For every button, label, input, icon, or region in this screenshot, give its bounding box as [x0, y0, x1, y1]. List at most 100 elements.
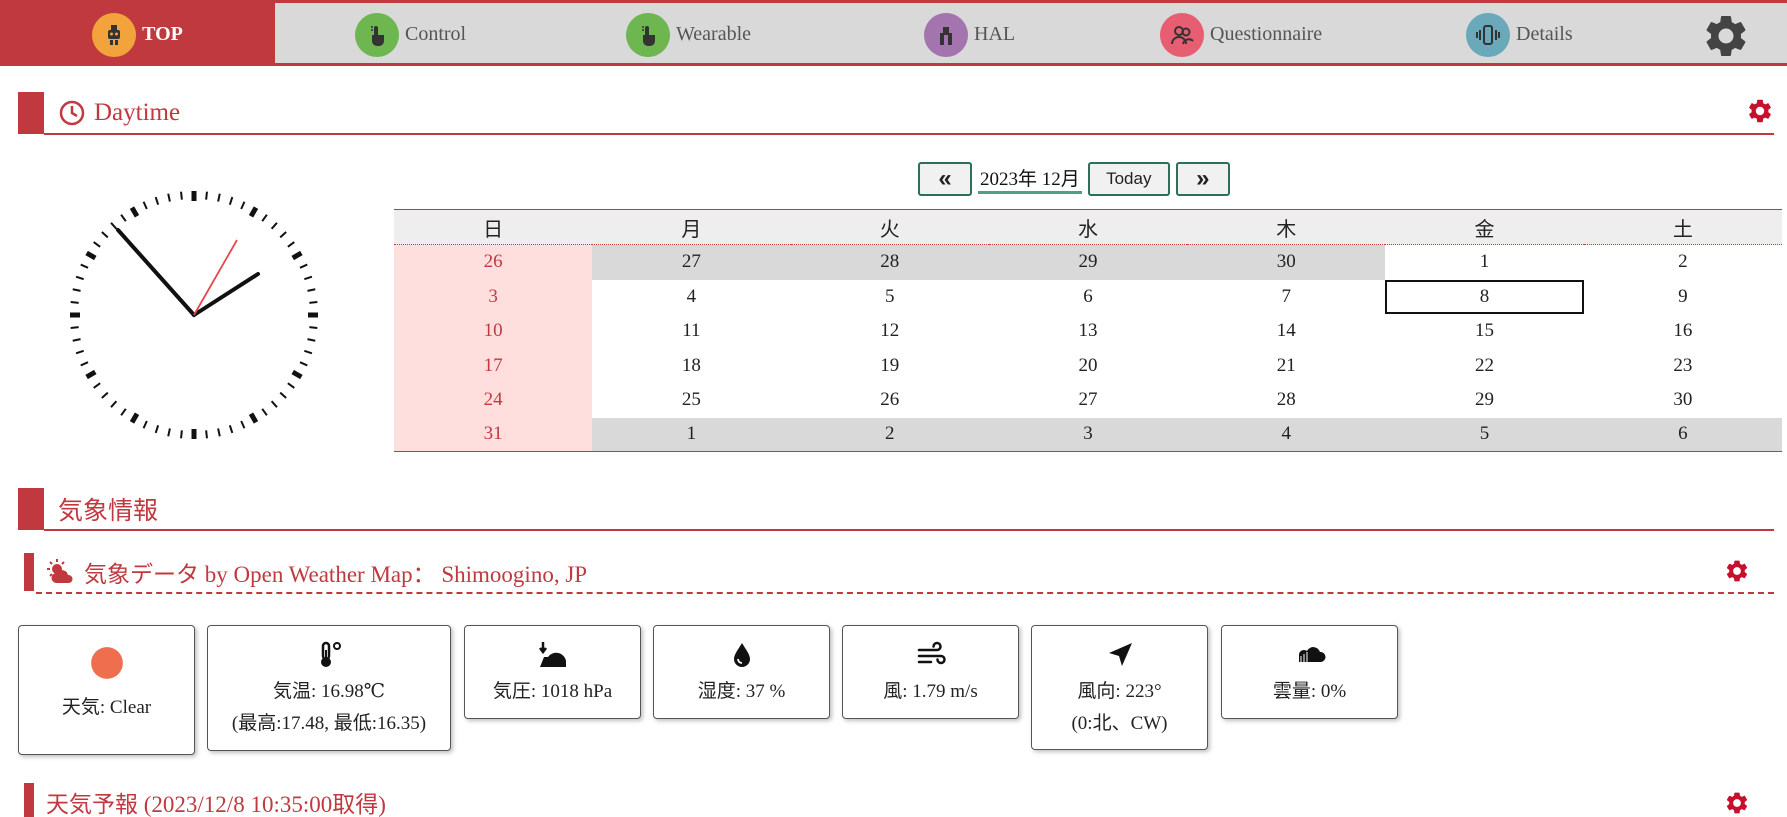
clock-minute-tick [228, 196, 234, 205]
sun-dot-icon [90, 647, 123, 679]
calendar-day[interactable]: 12 [791, 314, 989, 349]
section-bar [18, 488, 44, 530]
calendar-day[interactable]: 25 [592, 383, 790, 418]
thermometer-icon [321, 641, 341, 667]
calendar-day[interactable]: 27 [592, 244, 791, 280]
clock-hour-tick [129, 206, 140, 218]
calendar-day[interactable]: 2 [1584, 245, 1782, 280]
clock-minute-tick [80, 361, 89, 367]
weekday-header: 月 [592, 209, 791, 245]
calendar-day[interactable]: 14 [1187, 314, 1385, 349]
calendar-day[interactable]: 4 [1187, 417, 1386, 452]
forecast-settings-gear-icon[interactable] [1724, 790, 1750, 816]
calendar-day[interactable]: 22 [1385, 349, 1583, 383]
calendar-day[interactable]: 26 [394, 244, 593, 280]
calendar-day[interactable]: 21 [1187, 349, 1385, 383]
weather-condition-value: 天気: Clear [61, 697, 152, 718]
tab-details-label: Details [1516, 23, 1573, 45]
calendar-day[interactable]: 10 [394, 313, 593, 349]
calendar-day[interactable]: 5 [1385, 417, 1584, 452]
calendar-day[interactable]: 13 [989, 314, 1187, 349]
calendar-day[interactable]: 7 [1187, 280, 1385, 314]
calendar-week-row: 10 11 12 13 14 15 16 [394, 313, 1782, 349]
calendar-week-row: 3 4 5 6 7 8 9 [394, 279, 1782, 314]
calendar-day[interactable]: 31 [394, 417, 593, 452]
tab-top-label: TOP [142, 23, 183, 45]
tab-questionnaire-label: Questionnaire [1210, 23, 1323, 45]
clock-minute-tick [240, 420, 246, 429]
calendar-day[interactable]: 24 [394, 382, 593, 418]
calendar-day[interactable]: 16 [1584, 314, 1782, 349]
calendar-day[interactable]: 30 [1584, 383, 1782, 418]
tab-wearable[interactable]: Wearable [626, 3, 751, 66]
clock-minute-tick [120, 214, 127, 222]
tab-control[interactable]: Control [355, 3, 466, 66]
clock-minute-tick [270, 222, 278, 230]
calendar-day-today[interactable]: 8 [1385, 279, 1584, 314]
calendar-day[interactable]: 19 [791, 349, 989, 383]
clock-hour-tick [291, 250, 303, 261]
clock-minute-tick [72, 338, 81, 342]
calendar-day[interactable]: 28 [1187, 383, 1385, 418]
calendar-day[interactable]: 5 [791, 280, 989, 314]
clock-minute-tick [80, 263, 89, 269]
next-month-button[interactable]: » [1175, 162, 1230, 196]
tab-hal-label: HAL [974, 23, 1016, 45]
clock-minute-tick [120, 408, 127, 416]
weekday-header: 木 [1187, 209, 1386, 245]
calendar-day[interactable]: 26 [791, 383, 989, 418]
clock-minute-tick [142, 420, 148, 429]
weather-section-header: 気象情報 [18, 488, 158, 530]
calendar-day[interactable]: 20 [989, 349, 1187, 383]
clock-hour-tick [248, 206, 259, 218]
calendar-day[interactable]: 29 [988, 244, 1188, 280]
clock-minute-tick [217, 193, 221, 202]
calendar-day[interactable]: 2 [790, 417, 989, 452]
cloud-sun-icon [47, 559, 73, 583]
clock-minute-tick [287, 382, 295, 389]
calendar-day[interactable]: 28 [790, 244, 989, 280]
tab-wearable-label: Wearable [676, 23, 751, 45]
clock-minute-tick [279, 391, 287, 399]
wind-speed-card: 風: 1.79 m/s [842, 625, 1019, 719]
weather-settings-gear-icon[interactable] [1724, 558, 1750, 584]
section-bar [18, 92, 44, 134]
calendar-day[interactable]: 11 [592, 314, 790, 349]
calendar-day[interactable]: 30 [1187, 244, 1386, 280]
tab-hal[interactable]: HAL [924, 3, 1015, 66]
calendar-day[interactable]: 4 [592, 280, 790, 314]
weather-section-title: 気象情報 [58, 498, 159, 525]
phone-vibrate-icon [1466, 12, 1510, 57]
calendar-day[interactable]: 3 [988, 417, 1188, 452]
tab-details[interactable]: Details [1466, 3, 1573, 66]
touch-hand-icon [626, 12, 670, 57]
clock-minute-tick [93, 241, 101, 248]
calendar-day[interactable]: 6 [1583, 417, 1782, 452]
calendar-day[interactable]: 1 [592, 417, 791, 452]
weather-data-title: 気象データ by Open Weather Map： Shimoogino, J… [84, 562, 588, 587]
calendar-day[interactable]: 9 [1584, 280, 1782, 314]
tab-questionnaire[interactable]: Questionnaire [1160, 3, 1322, 66]
calendar-day[interactable]: 18 [592, 349, 790, 383]
calendar-day[interactable]: 6 [989, 280, 1187, 314]
calendar-day[interactable]: 15 [1385, 314, 1583, 349]
clock-second-hand [193, 239, 238, 316]
calendar-day[interactable]: 23 [1584, 349, 1782, 383]
clock-hour-tick [291, 369, 303, 380]
clock-minute-tick [304, 349, 313, 355]
analog-clock [70, 191, 318, 439]
tab-control-label: Control [405, 23, 467, 45]
calendar-day[interactable]: 1 [1385, 245, 1583, 280]
settings-gear-icon[interactable] [1701, 11, 1751, 61]
today-button[interactable]: Today [1087, 162, 1170, 196]
tab-top[interactable]: TOP [0, 3, 275, 66]
calendar-day[interactable]: 17 [394, 348, 593, 383]
daytime-settings-gear-icon[interactable] [1746, 97, 1774, 125]
calendar-day[interactable]: 29 [1385, 383, 1583, 418]
calendar-day[interactable]: 27 [989, 383, 1187, 418]
clock-minute-tick [307, 338, 316, 342]
people-icon [1160, 12, 1204, 57]
calendar-day[interactable]: 3 [394, 279, 593, 314]
clock-minute-tick [72, 288, 81, 292]
prev-month-button[interactable]: « [918, 162, 972, 196]
